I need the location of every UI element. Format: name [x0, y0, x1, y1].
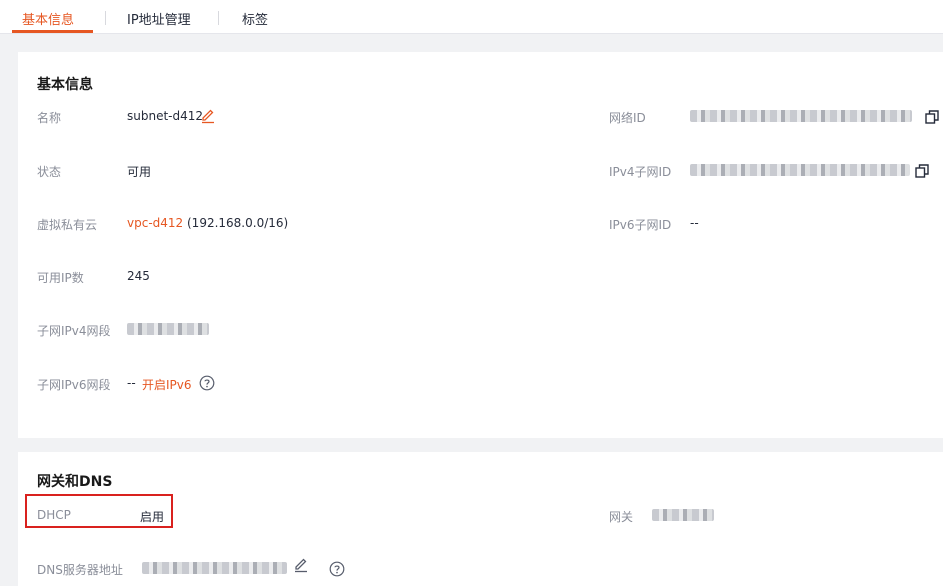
tab-bar: 基本信息 IP地址管理 标签 [0, 0, 943, 34]
dhcp-highlight-box [25, 494, 173, 528]
tab-divider [105, 11, 106, 25]
basic-info-title: 基本信息 [37, 77, 93, 93]
edit-name-icon[interactable] [200, 108, 216, 124]
gateway-dns-title: 网关和DNS [37, 474, 113, 490]
gateway-value-redacted [652, 509, 714, 521]
status-label: 状态 [37, 165, 62, 179]
network-id-value-redacted [690, 110, 912, 122]
network-id-label: 网络ID [609, 111, 646, 125]
name-value: subnet-d412 [127, 109, 204, 123]
vpc-label: 虚拟私有云 [37, 218, 98, 232]
enable-ipv6-link[interactable]: 开启IPv6 [142, 376, 192, 393]
ipv4-subnet-id-value-redacted [690, 164, 910, 176]
copy-network-id-icon[interactable] [925, 110, 939, 124]
available-ip-label: 可用IP数 [37, 271, 84, 285]
vpc-value: vpc-d412 (192.168.0.0/16) [127, 216, 288, 230]
ipv6-cidr-value: -- [127, 376, 136, 390]
tab-divider [218, 11, 219, 25]
ipv4-cidr-label: 子网IPv4网段 [37, 324, 111, 338]
edit-dns-icon[interactable] [293, 557, 309, 573]
dns-help-icon[interactable] [329, 561, 345, 577]
tab-ip-management[interactable]: IP地址管理 [127, 9, 191, 28]
ipv6-cidr-label: 子网IPv6网段 [37, 378, 111, 392]
ipv4-subnet-id-label: IPv4子网ID [609, 165, 672, 179]
vpc-cidr: (192.168.0.0/16) [187, 216, 289, 230]
dns-label: DNS服务器地址 [37, 563, 123, 577]
ipv6-subnet-id-label: IPv6子网ID [609, 218, 672, 232]
tab-tags[interactable]: 标签 [242, 9, 268, 28]
vpc-link[interactable]: vpc-d412 [127, 216, 183, 230]
ipv6-subnet-id-value: -- [690, 216, 699, 230]
active-tab-indicator [12, 30, 93, 33]
gateway-label: 网关 [609, 510, 634, 524]
copy-ipv4-subnet-id-icon[interactable] [915, 164, 929, 178]
tab-basic-info[interactable]: 基本信息 [22, 9, 74, 28]
name-label: 名称 [37, 111, 62, 125]
dns-value-redacted [142, 562, 287, 574]
ipv4-cidr-value-redacted [127, 323, 209, 335]
help-icon[interactable] [199, 375, 215, 391]
status-value: 可用 [127, 165, 152, 179]
available-ip-value: 245 [127, 269, 150, 283]
